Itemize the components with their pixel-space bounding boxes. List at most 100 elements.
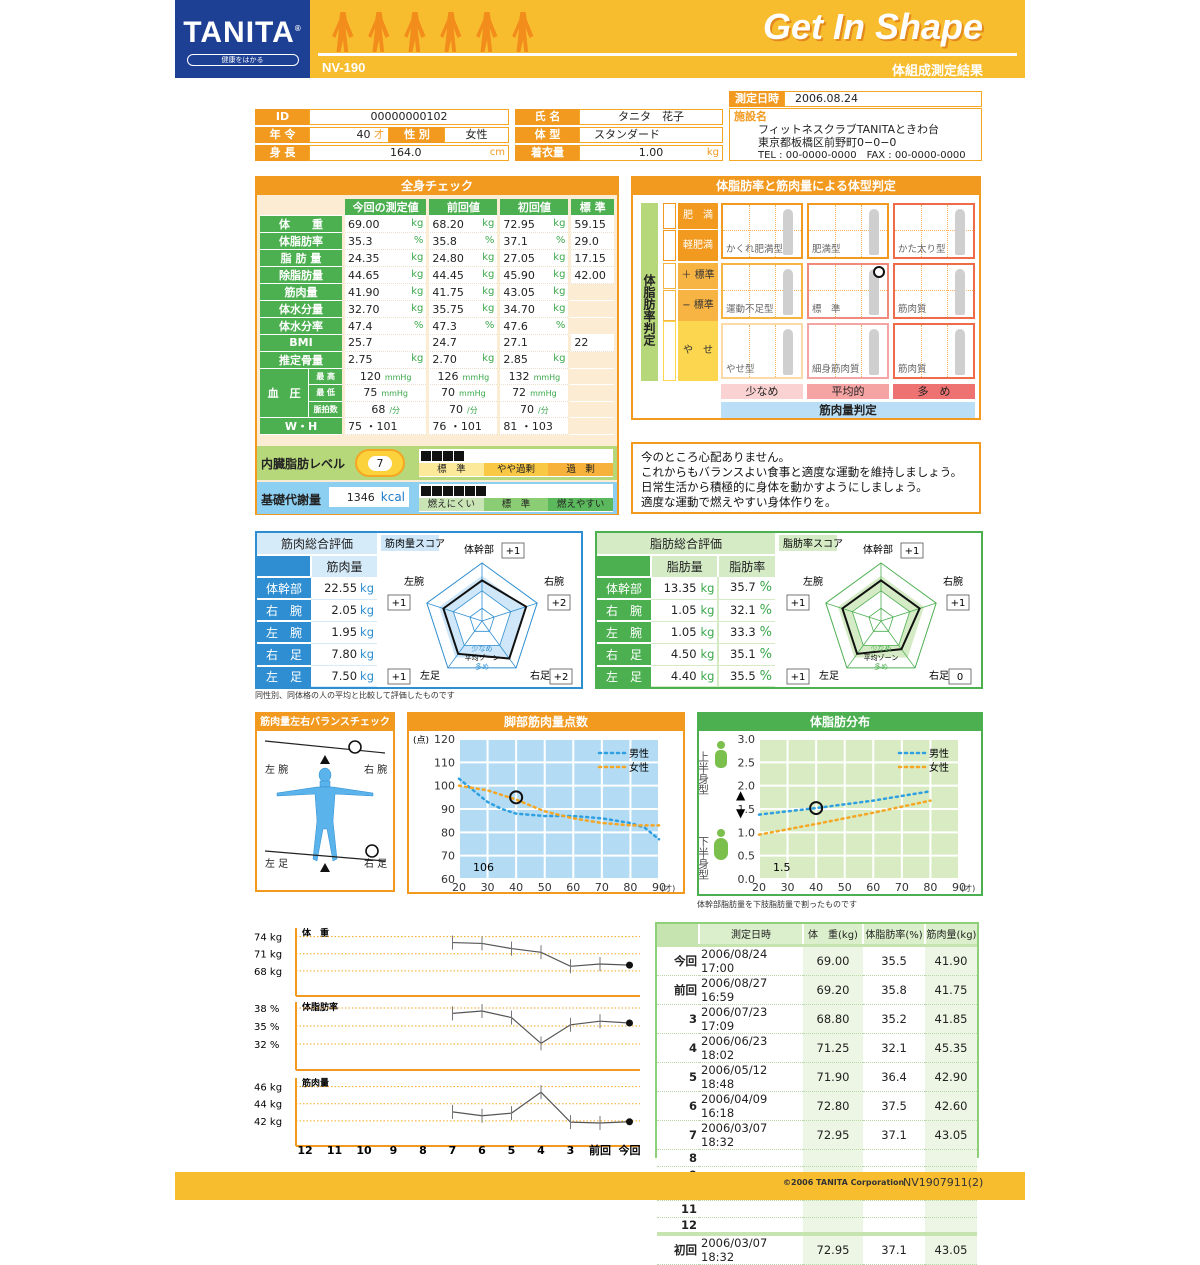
row-label: 右 腕	[257, 598, 311, 622]
y-tick-label: 100	[434, 780, 455, 793]
column-header: 筋肉量(kg)	[924, 924, 977, 947]
fat-dist-title: 体脂肪分布	[699, 714, 981, 731]
advice-line: 日常生活から積極的に身体を動かすようにしましょう。	[641, 480, 928, 494]
height-value: 164.0 cm	[309, 145, 509, 161]
cell-value: 27.05	[503, 251, 535, 265]
date-value: 2006.08.24	[784, 91, 982, 107]
cell-first: 132 mmHg	[497, 368, 569, 385]
cell-value: 47.4	[348, 319, 373, 333]
fat-mass-cell: 4.40 kg	[651, 665, 719, 687]
body-type-cell: 筋肉質	[893, 263, 975, 319]
trend-x-label: 8	[419, 1144, 427, 1157]
cell-first: 2.85 kg	[497, 351, 569, 369]
table-row: 左 足 7.50 kg	[257, 664, 377, 687]
cell-value: 24.35	[348, 251, 380, 265]
cell-unit: kg	[411, 353, 424, 364]
score-title: 筋肉量スコア	[385, 537, 445, 550]
height-unit: cm	[489, 147, 505, 158]
trend-tick-label: 68 kg	[254, 967, 282, 978]
row-label: 左 腕	[597, 620, 651, 644]
cell-muscle: 45.35	[925, 1033, 977, 1063]
cell-value: 35.7	[730, 580, 756, 595]
cell-date: 2006/06/23 18:02	[699, 1033, 803, 1063]
body-type-name: かた太り型	[898, 244, 946, 255]
score-value: +1	[791, 598, 806, 609]
column-header: 体 重(kg)	[802, 924, 863, 947]
cell-fat	[863, 1149, 925, 1167]
table-row: 推定骨量 2.75 kg 2.70 kg 2.85 kg	[260, 351, 614, 369]
trend-tick-label: 42 kg	[254, 1117, 282, 1128]
cell-prev: 70 mmHg	[426, 385, 498, 402]
cell-unit: mmHg	[462, 372, 490, 382]
cell-value: 4.40	[670, 669, 697, 683]
row-number: 7	[657, 1120, 699, 1150]
row-number: 前回	[657, 975, 699, 1005]
cell-unit: kg	[360, 580, 374, 595]
lower-body-type-icon	[714, 838, 728, 860]
legend-label: 女性	[929, 761, 949, 774]
row-label: 右 足	[597, 642, 651, 666]
cell-value: 70	[449, 402, 464, 416]
level-block	[421, 451, 431, 461]
silhouette-icon	[783, 269, 793, 315]
cell-unit: kg	[482, 251, 495, 263]
stretch-figure-icon	[368, 12, 390, 52]
y-axis-unit: (点)	[413, 735, 429, 746]
table-row: 左 腕 1.05 kg 33.3%	[597, 620, 775, 644]
bp-sub-label: 最 低	[308, 385, 342, 402]
arm-fulcrum-icon	[320, 755, 330, 764]
bp-label: 血 圧	[260, 368, 309, 418]
score-value: +1	[506, 546, 521, 557]
muscle-eval-note: 同性別、同体格の人の平均と比較して評価したものです	[255, 691, 455, 700]
silhouette-icon	[955, 209, 965, 255]
trend-x-label: 11	[327, 1144, 342, 1157]
cell-unit: kg	[482, 302, 495, 314]
name-label: 氏 名	[515, 109, 580, 125]
cell-cur: 41.90 kg	[342, 284, 427, 301]
cell-value: 2.75	[348, 353, 373, 366]
cell-first: 70/分	[497, 401, 569, 418]
y-tick-label: 120	[434, 733, 455, 746]
cell-fat: 37.5	[863, 1091, 925, 1121]
cell-value: 43.05	[503, 285, 535, 299]
cell-weight: 71.90	[803, 1062, 863, 1092]
x-tick-label: 40	[509, 881, 523, 893]
cell-weight: 68.80	[803, 1004, 863, 1034]
cell-prev: 24.7	[426, 335, 498, 352]
clothes-number: 1.00	[638, 146, 664, 159]
row-label: 左 足	[257, 664, 311, 687]
x-tick-label: 30	[481, 881, 495, 893]
registered-mark: ®	[294, 24, 302, 33]
cell-value: 1.95	[331, 625, 358, 640]
body-type-panel: 体脂肪率と筋肉量による体型判定 体脂肪率判定 肥 満軽肥満＋ 標準 − 標準や せ か…	[631, 176, 981, 420]
trend-x-label: 10	[356, 1144, 372, 1157]
cell-unit: /分	[467, 405, 478, 415]
trend-x-label: 6	[478, 1144, 486, 1157]
cell-std	[568, 351, 614, 369]
cell-unit: kg	[482, 268, 495, 280]
x-tick-label: 80	[623, 881, 637, 893]
score-value: +1	[392, 672, 407, 683]
cell-first: 37.1%	[497, 233, 569, 250]
cell-unit: kg	[411, 217, 424, 229]
x-tick-label: 50	[838, 881, 852, 893]
row-label: 右 腕	[597, 598, 651, 622]
right-leg-label: 右 足	[364, 859, 388, 870]
cell-unit: %	[484, 234, 495, 246]
cell-unit: kg	[411, 251, 424, 263]
table-row: 今回 2006/08/24 17:00 69.00 35.5 41.90	[657, 945, 977, 976]
cell-std: 17.15	[568, 250, 614, 267]
document-code: NV1907911(2)	[903, 1176, 984, 1189]
table-row: BMI 25.7 24.7 27.1 22	[260, 335, 614, 352]
region-label: 体幹部	[464, 543, 494, 556]
table-row: 体脂肪率 35.3% 35.8% 37.1% 29.0	[260, 233, 614, 250]
cell-date: 2006/03/07 18:32	[699, 1232, 803, 1265]
cell-std: 29.0	[568, 233, 614, 250]
cell-unit: kg	[700, 580, 715, 595]
cell-cur: 75 mmHg	[342, 385, 427, 402]
bmr-unit: kcal	[380, 490, 405, 504]
cell-unit: mmHg	[459, 389, 486, 399]
cell-value: 2.70	[432, 353, 457, 366]
cell-prev: 126 mmHg	[426, 368, 498, 385]
row-label: 体水分率	[260, 318, 342, 335]
